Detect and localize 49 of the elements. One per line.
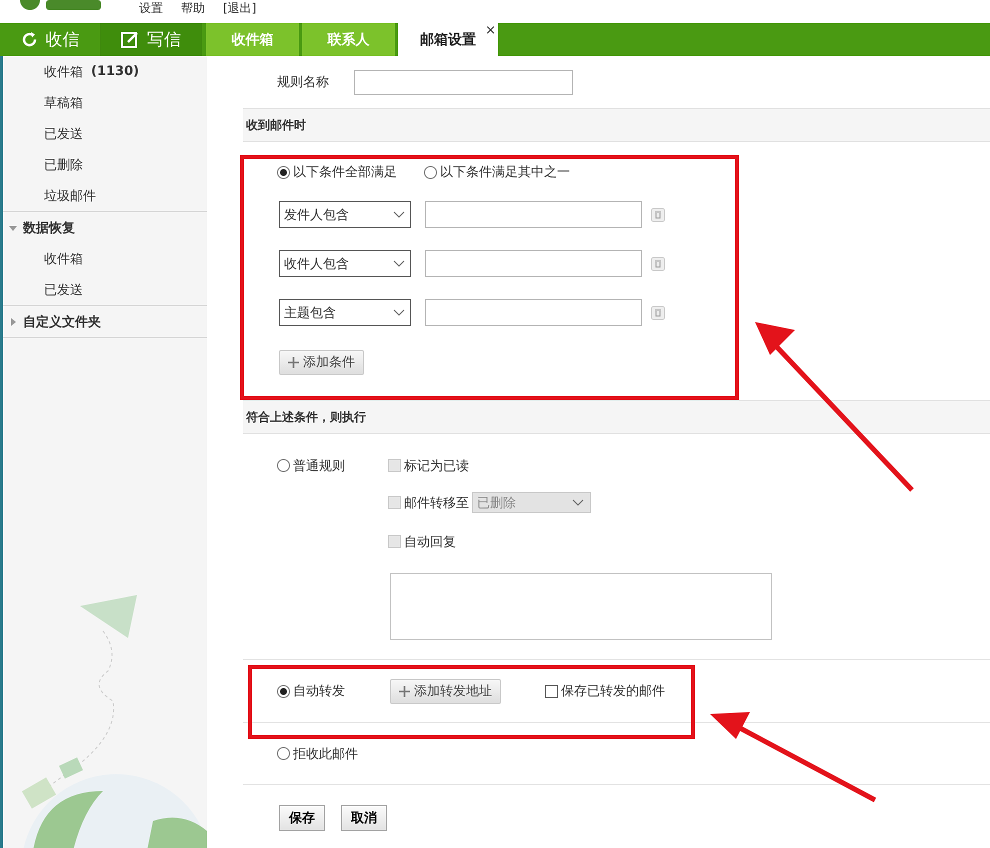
chevron-icon xyxy=(393,308,405,316)
plus-icon xyxy=(399,686,410,696)
folder-item[interactable]: 已删除 xyxy=(3,149,207,180)
form-button[interactable]: 保存 xyxy=(279,805,325,831)
edit-icon xyxy=(121,30,139,48)
trash-icon[interactable] xyxy=(651,306,665,320)
header-link[interactable]: [退出] xyxy=(223,0,256,17)
chevron-icon xyxy=(393,260,405,268)
header-link[interactable]: 设置 xyxy=(139,0,163,17)
folder-item[interactable]: 已发送 xyxy=(3,118,207,149)
folder-item[interactable]: 收件箱 xyxy=(3,243,207,274)
chevron-icon xyxy=(393,210,405,218)
trash-icon[interactable] xyxy=(651,256,665,270)
condition-field[interactable] xyxy=(425,299,642,326)
add-condition-button[interactable]: 添加条件 xyxy=(279,350,364,374)
caret-right-icon xyxy=(9,318,17,326)
condition-field[interactable] xyxy=(425,250,642,277)
folder-item[interactable]: 已发送 xyxy=(3,274,207,305)
folder-group[interactable]: 自定义文件夹 xyxy=(3,305,207,337)
rule-name-field[interactable] xyxy=(354,70,573,94)
folder-item[interactable]: 草稿箱 xyxy=(3,87,207,118)
radio-option[interactable]: 以下条件全部满足 xyxy=(277,163,397,181)
tab[interactable]: 邮箱设置 × xyxy=(398,23,498,56)
form-button[interactable]: 取消 xyxy=(341,805,387,831)
reply-text-area[interactable] xyxy=(390,573,772,640)
header-link[interactable]: 帮助 xyxy=(181,0,205,17)
close-button[interactable]: × xyxy=(485,23,496,38)
section-header: 符合上述条件，则执行 xyxy=(243,400,990,434)
trash-icon[interactable] xyxy=(651,208,665,222)
chevron-icon xyxy=(572,498,584,506)
condition-dropdown[interactable]: 收件人包含 xyxy=(279,250,411,277)
plus-icon xyxy=(288,356,299,368)
radio-option[interactable]: 以下条件满足其中之一 xyxy=(424,163,570,181)
radio-option[interactable]: 普通规则 xyxy=(277,456,388,474)
condition-dropdown[interactable]: 主题包含 xyxy=(279,299,411,326)
section-header: 收到邮件时 xyxy=(243,108,990,142)
radio-option[interactable]: 拒收此邮件 xyxy=(277,744,358,762)
condition-dropdown[interactable]: 发件人包含 xyxy=(279,201,411,228)
add-forward-address-button[interactable]: 添加转发地址 xyxy=(390,678,501,704)
folder-group[interactable]: 数据恢复 xyxy=(3,211,207,243)
radio-option[interactable]: 自动转发 xyxy=(277,682,390,700)
toolbar-button[interactable]: 写信 xyxy=(101,23,202,56)
condition-field[interactable] xyxy=(425,201,642,228)
folder-item[interactable]: 收件箱 (1130) xyxy=(3,56,207,87)
checkbox-option[interactable]: 保存已转发的邮件 xyxy=(545,682,665,700)
caret-down-icon xyxy=(9,224,17,232)
refresh-icon xyxy=(20,31,38,48)
field-label: 规则名称 xyxy=(277,74,329,91)
folder-item[interactable]: 垃圾邮件 xyxy=(3,180,207,211)
